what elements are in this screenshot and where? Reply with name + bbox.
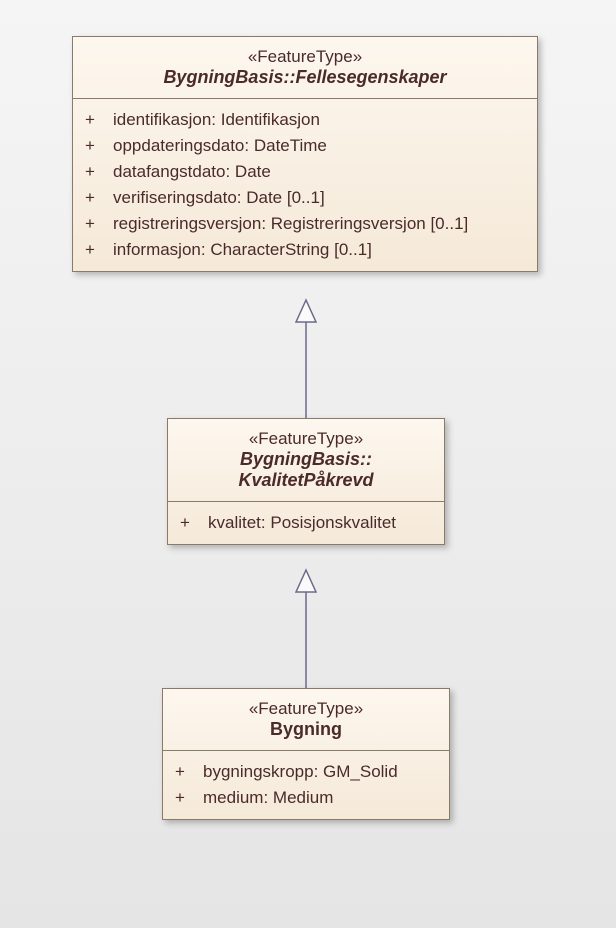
attribute-text: oppdateringsdato: DateTime [113,136,525,156]
class-name-line2: KvalitetPåkrevd [180,470,432,491]
attribute-text: informasjon: CharacterString [0..1] [113,240,525,260]
visibility: + [85,110,113,130]
attribute-row: + verifiseringsdato: Date [0..1] [85,185,525,211]
visibility: + [175,788,203,808]
class-kvalitetpakrevd: «FeatureType» BygningBasis:: KvalitetPåk… [167,418,445,545]
attribute-text: bygningskropp: GM_Solid [203,762,437,782]
attribute-text: kvalitet: Posisjonskvalitet [208,513,432,533]
attribute-row: + identifikasjon: Identifikasjon [85,107,525,133]
class-name-line1: BygningBasis:: [180,449,432,470]
class-name: Bygning [175,719,437,740]
attribute-row: + medium: Medium [175,785,437,811]
visibility: + [85,162,113,182]
visibility: + [85,214,113,234]
class-header: «FeatureType» Bygning [163,689,449,751]
attribute-text: identifikasjon: Identifikasjon [113,110,525,130]
attribute-text: datafangstdato: Date [113,162,525,182]
stereotype-label: «FeatureType» [180,429,432,449]
class-header: «FeatureType» BygningBasis::Fellesegensk… [73,37,537,99]
class-header: «FeatureType» BygningBasis:: KvalitetPåk… [168,419,444,502]
class-name: BygningBasis::Fellesegenskaper [85,67,525,88]
stereotype-label: «FeatureType» [175,699,437,719]
class-body: + bygningskropp: GM_Solid + medium: Medi… [163,751,449,819]
attribute-text: verifiseringsdato: Date [0..1] [113,188,525,208]
class-body: + kvalitet: Posisjonskvalitet [168,502,444,544]
attribute-text: registreringsversjon: Registreringsversj… [113,214,525,234]
generalization-arrow-icon [296,300,316,420]
generalization-arrow-icon [296,570,316,690]
attribute-row: + kvalitet: Posisjonskvalitet [180,510,432,536]
attribute-row: + oppdateringsdato: DateTime [85,133,525,159]
class-body: + identifikasjon: Identifikasjon + oppda… [73,99,537,271]
visibility: + [180,513,208,533]
visibility: + [85,136,113,156]
attribute-row: + bygningskropp: GM_Solid [175,759,437,785]
attribute-text: medium: Medium [203,788,437,808]
visibility: + [85,188,113,208]
visibility: + [85,240,113,260]
attribute-row: + informasjon: CharacterString [0..1] [85,237,525,263]
class-fellesegenskaper: «FeatureType» BygningBasis::Fellesegensk… [72,36,538,272]
stereotype-label: «FeatureType» [85,47,525,67]
visibility: + [175,762,203,782]
attribute-row: + registreringsversjon: Registreringsver… [85,211,525,237]
class-bygning: «FeatureType» Bygning + bygningskropp: G… [162,688,450,820]
attribute-row: + datafangstdato: Date [85,159,525,185]
